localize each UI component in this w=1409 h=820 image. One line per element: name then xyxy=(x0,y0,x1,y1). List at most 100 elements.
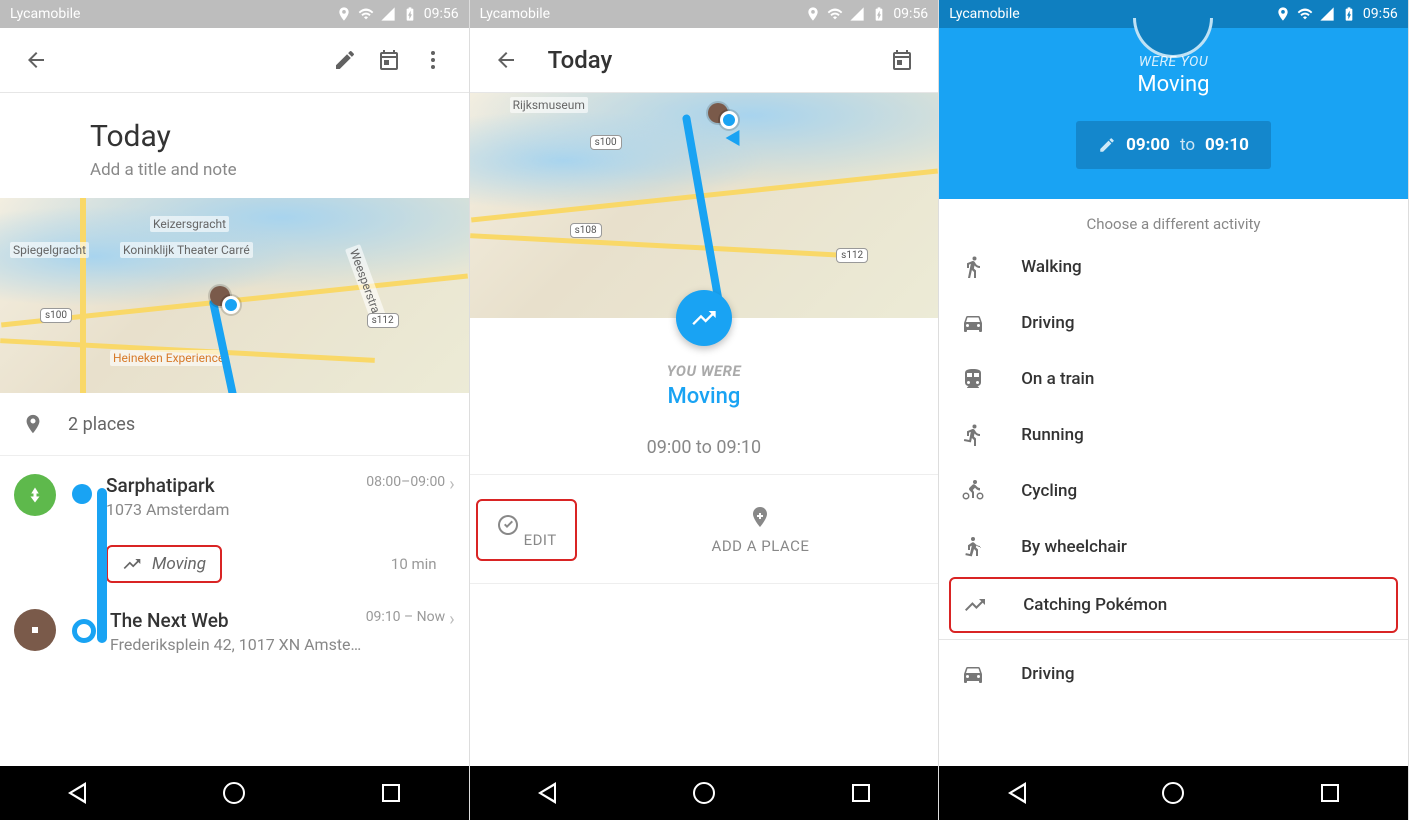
choose-activity-header: Choose a different activity xyxy=(939,199,1408,239)
place-badge-icon xyxy=(14,609,56,651)
carrier-label: Lycamobile xyxy=(10,6,80,22)
chevron-right-icon: › xyxy=(449,609,454,630)
road-shield: s100 xyxy=(40,308,72,323)
nav-recent-button[interactable] xyxy=(1321,784,1339,802)
timeline-moving-row[interactable]: Moving 10 min xyxy=(72,545,455,583)
road-shield: s112 xyxy=(367,313,399,328)
screen-activity-detail: Lycamobile 09:56 Today Rijksmuseum s100 … xyxy=(470,0,940,820)
edit-circle-icon xyxy=(496,513,520,537)
map-label: Heineken Experience xyxy=(110,350,227,366)
calendar-button[interactable] xyxy=(367,38,411,82)
activity-option-driving[interactable]: Driving xyxy=(939,295,1408,351)
carrier-label: Lycamobile xyxy=(480,6,550,22)
stop-name: Sarphatipark xyxy=(106,474,366,497)
activity-list: Walking Driving On a train Running Cycli… xyxy=(939,239,1408,702)
activity-option-wheelchair[interactable]: By wheelchair xyxy=(939,519,1408,575)
clock-label: 09:56 xyxy=(893,6,928,22)
map-peek-icon xyxy=(1133,18,1213,58)
status-bar: Lycamobile 09:56 xyxy=(0,0,469,28)
activity-label: Cycling xyxy=(1021,481,1077,501)
add-place-icon xyxy=(748,505,772,529)
timeline-stop-row[interactable]: Sarphatipark 1073 Amsterdam 08:00–09:00 … xyxy=(14,474,455,519)
timeline-node-icon xyxy=(72,619,96,643)
map-label: Koninklijk Theater Carré xyxy=(120,242,253,258)
you-were-label: YOU WERE xyxy=(490,362,919,380)
time-range-button[interactable]: 09:00 to 09:10 xyxy=(1076,121,1271,169)
nav-back-button[interactable] xyxy=(1008,782,1026,804)
map-preview[interactable]: Rijksmuseum s100 s108 s112 xyxy=(470,93,939,318)
map-label: Keizersgracht xyxy=(150,216,229,232)
overflow-menu-button[interactable] xyxy=(411,38,455,82)
nav-home-button[interactable] xyxy=(693,782,715,804)
activity-option-running[interactable]: Running xyxy=(939,407,1408,463)
nav-back-button[interactable] xyxy=(68,782,86,804)
wheelchair-icon xyxy=(961,535,985,559)
back-button[interactable] xyxy=(14,38,58,82)
location-status-icon xyxy=(805,6,821,22)
status-bar: Lycamobile 09:56 xyxy=(470,0,939,28)
wifi-status-icon xyxy=(1297,6,1313,22)
nav-home-button[interactable] xyxy=(1162,782,1184,804)
car-icon xyxy=(961,662,985,686)
activity-option-driving-extra[interactable]: Driving xyxy=(939,646,1408,702)
nav-back-button[interactable] xyxy=(538,782,556,804)
screen-timeline-overview: Lycamobile 09:56 Today Add a title and n… xyxy=(0,0,470,820)
stop-time: 09:10 – Now xyxy=(366,609,446,625)
battery-status-icon xyxy=(1341,6,1357,22)
signal-status-icon xyxy=(380,6,396,22)
wifi-status-icon xyxy=(358,6,374,22)
trending-icon xyxy=(122,554,142,574)
clock-label: 09:56 xyxy=(1363,6,1398,22)
activity-name[interactable]: Moving xyxy=(490,384,919,409)
place-pin-icon xyxy=(22,413,44,435)
map-label: Rijksmuseum xyxy=(510,97,588,113)
activity-bubble-icon xyxy=(676,290,732,346)
location-status-icon xyxy=(1275,6,1291,22)
timeline-stop-row[interactable]: The Next Web Frederiksplein 42, 1017 XN … xyxy=(14,609,455,654)
android-navbar xyxy=(939,766,1408,820)
cycling-icon xyxy=(961,479,985,503)
road-shield: s112 xyxy=(836,248,868,263)
road-shield: s108 xyxy=(570,223,602,238)
battery-status-icon xyxy=(402,6,418,22)
back-button[interactable] xyxy=(484,38,528,82)
pencil-icon xyxy=(1098,136,1116,154)
timeline-list: Sarphatipark 1073 Amsterdam 08:00–09:00 … xyxy=(0,456,469,766)
location-status-icon xyxy=(336,6,352,22)
edit-activity-button[interactable]: EDIT xyxy=(470,475,583,583)
clock-label: 09:56 xyxy=(424,6,459,22)
activity-label: Driving xyxy=(1021,664,1074,684)
time-from: 09:00 xyxy=(1126,135,1170,155)
moving-chip-highlight[interactable]: Moving xyxy=(106,545,222,583)
walking-icon xyxy=(961,255,985,279)
stop-sub: Frederiksplein 42, 1017 XN Amsterd… xyxy=(110,635,366,654)
activity-label: Driving xyxy=(1021,313,1074,333)
app-bar-title: Today xyxy=(548,46,613,74)
stop-time: 08:00–09:00 xyxy=(366,474,445,490)
add-place-button[interactable]: ADD A PLACE xyxy=(583,475,938,583)
edit-pencil-button[interactable] xyxy=(323,38,367,82)
activity-label: By wheelchair xyxy=(1021,537,1127,557)
day-subtitle: Add a title and note xyxy=(90,160,443,180)
places-summary-row[interactable]: 2 places xyxy=(0,393,469,456)
activity-option-train[interactable]: On a train xyxy=(939,351,1408,407)
activity-label: Walking xyxy=(1021,257,1082,277)
activity-option-cycling[interactable]: Cycling xyxy=(939,463,1408,519)
activity-label: On a train xyxy=(1021,369,1094,389)
signal-status-icon xyxy=(849,6,865,22)
current-activity-label[interactable]: Moving xyxy=(939,72,1408,97)
time-to: 09:10 xyxy=(1205,135,1249,155)
activity-option-catching-pokemon[interactable]: Catching Pokémon xyxy=(949,577,1398,633)
nav-home-button[interactable] xyxy=(223,782,245,804)
timeline-node-icon xyxy=(72,484,92,504)
car-icon xyxy=(961,311,985,335)
activity-option-walking[interactable]: Walking xyxy=(939,239,1408,295)
time-range: 09:00 to 09:10 xyxy=(490,437,919,458)
nav-recent-button[interactable] xyxy=(852,784,870,802)
app-bar xyxy=(0,28,469,93)
chevron-right-icon: › xyxy=(449,474,454,495)
map-preview[interactable]: Keizersgracht Spiegelgracht Koninklijk T… xyxy=(0,198,469,393)
nav-recent-button[interactable] xyxy=(382,784,400,802)
day-header-card[interactable]: Today Add a title and note xyxy=(0,93,469,198)
calendar-button[interactable] xyxy=(880,38,924,82)
